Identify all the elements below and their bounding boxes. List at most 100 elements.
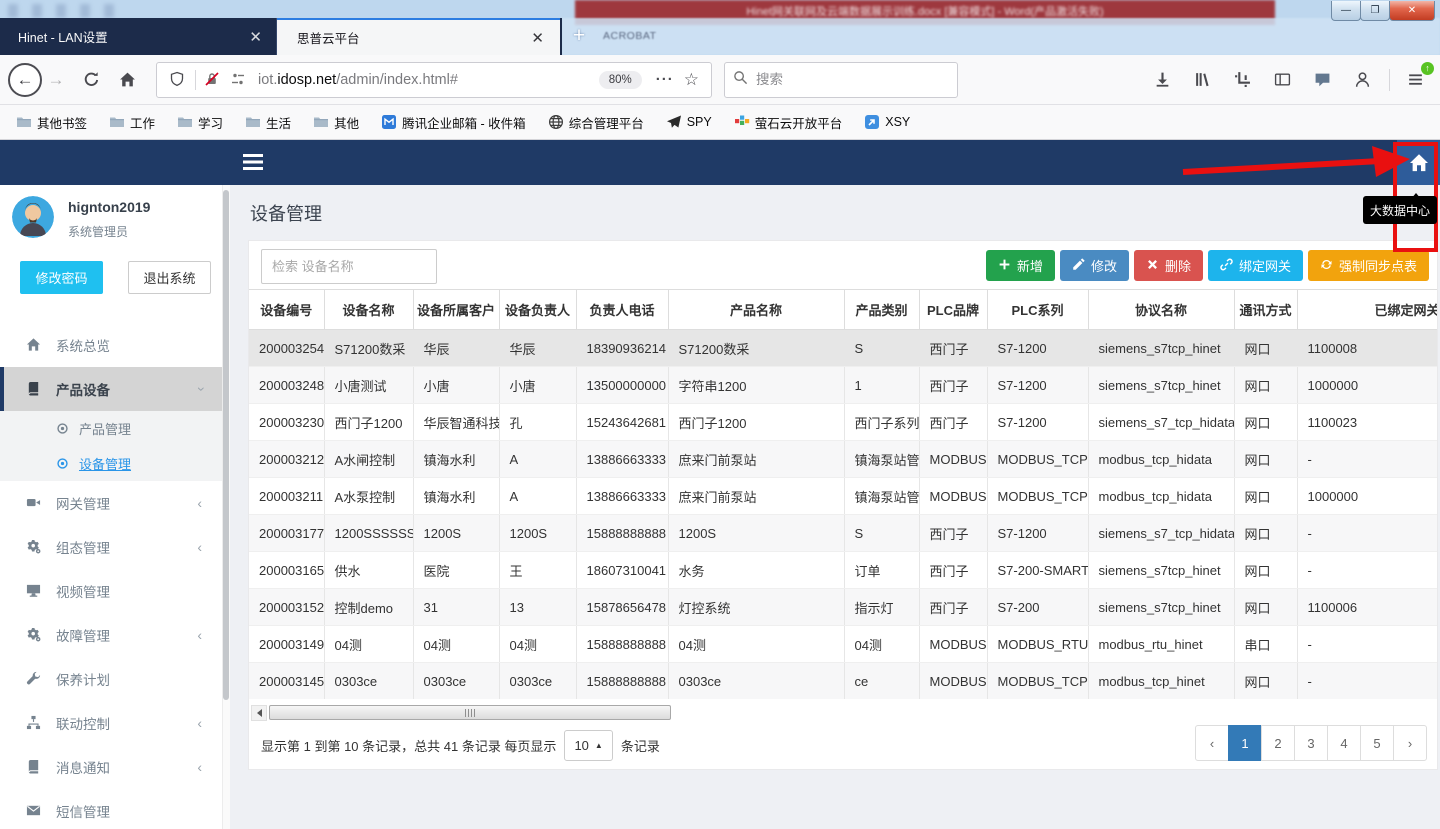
page-actions-icon[interactable]: ···: [656, 71, 674, 88]
tab-close-icon[interactable]: ✕: [245, 28, 266, 46]
column-header[interactable]: 通讯方式: [1234, 290, 1297, 330]
back-button[interactable]: ←: [8, 63, 42, 97]
bookmark-item[interactable]: 其他: [313, 113, 359, 132]
browser-home-button[interactable]: [112, 65, 142, 95]
sidebar-item-产品设备[interactable]: 产品设备‹: [0, 367, 222, 411]
bookmark-item[interactable]: 腾讯企业邮箱 - 收件箱: [381, 113, 526, 132]
bookmark-star-icon[interactable]: ☆: [684, 70, 699, 90]
table-row[interactable]: 2000031771200SSSSSS1200S1200S15888888888…: [249, 515, 1437, 552]
sidebar-subitem-产品管理[interactable]: 产品管理: [0, 411, 222, 446]
sidebar-item-组态管理[interactable]: 组态管理‹: [0, 525, 222, 569]
page-button-3[interactable]: 3: [1294, 725, 1328, 761]
bookmark-item[interactable]: SPY: [666, 114, 712, 130]
forward-button[interactable]: →: [42, 70, 70, 90]
page-button-5[interactable]: 5: [1360, 725, 1394, 761]
table-cell: 网口: [1234, 663, 1297, 700]
minimize-button[interactable]: —: [1331, 1, 1361, 21]
column-header[interactable]: PLC系列: [987, 290, 1088, 330]
page-button-4[interactable]: 4: [1327, 725, 1361, 761]
search-input[interactable]: [756, 72, 906, 87]
tab-sipu-cloud[interactable]: 思普云平台 ✕: [277, 18, 560, 55]
table-row[interactable]: 200003211A水泵控制镇海水利A13886663333庶来门前泵站镇海泵站…: [249, 478, 1437, 515]
shield-icon[interactable]: [169, 71, 187, 89]
search-bar[interactable]: [724, 62, 958, 98]
bookmark-item[interactable]: 工作: [109, 113, 155, 132]
column-header[interactable]: 协议名称: [1088, 290, 1234, 330]
scroll-left-arrow[interactable]: [251, 705, 267, 721]
toolbar-button-修改[interactable]: 修改: [1060, 250, 1129, 281]
table-row[interactable]: 20000314904测04测04测1588888888804测04测MODBU…: [249, 626, 1437, 663]
bookmark-item[interactable]: 学习: [177, 113, 223, 132]
logout-button[interactable]: 退出系统: [128, 261, 211, 294]
library-icon[interactable]: [1187, 65, 1217, 95]
sidebar-item-label: 故障管理: [56, 625, 110, 645]
table-cell: 镇海水利: [413, 441, 499, 478]
change-password-button[interactable]: 修改密码: [20, 261, 103, 294]
table-row[interactable]: 200003165供水医院王18607310041水务订单西门子S7-200-S…: [249, 552, 1437, 589]
table-row[interactable]: 200003212A水闸控制镇海水利A13886663333庶来门前泵站镇海泵站…: [249, 441, 1437, 478]
bookmark-item[interactable]: 生活: [245, 113, 291, 132]
sidebar-toggle-icon[interactable]: [1267, 65, 1297, 95]
page-button-2[interactable]: 2: [1261, 725, 1295, 761]
toolbar-button-绑定网关[interactable]: 绑定网关: [1208, 250, 1303, 281]
sidebar-scrollbar-thumb[interactable]: [223, 190, 229, 700]
sidebar-item-故障管理[interactable]: 故障管理‹: [0, 613, 222, 657]
screenshot-icon[interactable]: [1227, 65, 1257, 95]
table-row[interactable]: 200003248小唐测试小唐小唐13500000000字符串12001西门子S…: [249, 367, 1437, 404]
column-header[interactable]: 设备名称: [324, 290, 413, 330]
reload-button[interactable]: [76, 65, 106, 95]
column-header[interactable]: 设备所属客户: [413, 290, 499, 330]
scrollbar-thumb[interactable]: [269, 705, 671, 720]
tab-hinet[interactable]: Hinet - LAN设置 ✕: [0, 18, 277, 55]
sidebar-item-短信管理[interactable]: 短信管理: [0, 789, 222, 829]
toolbar-button-新增[interactable]: 新增: [986, 250, 1055, 281]
close-button[interactable]: ✕: [1389, 1, 1435, 21]
column-header[interactable]: PLC品牌: [919, 290, 987, 330]
column-header[interactable]: 设备负责人: [499, 290, 576, 330]
toolbar-button-强制同步点表[interactable]: 强制同步点表: [1308, 250, 1429, 281]
sidebar-item-消息通知[interactable]: 消息通知‹: [0, 745, 222, 789]
page-button-‹[interactable]: ‹: [1195, 725, 1229, 761]
bookmark-item[interactable]: XSY: [864, 114, 910, 130]
sidebar-item-网关管理[interactable]: 网关管理‹: [0, 481, 222, 525]
account-icon[interactable]: [1347, 65, 1377, 95]
column-header[interactable]: 设备编号: [249, 290, 324, 330]
column-header[interactable]: 产品名称: [668, 290, 844, 330]
menu-hamburger-icon[interactable]: ↑: [1400, 65, 1430, 95]
sidebar-item-联动控制[interactable]: 联动控制‹: [0, 701, 222, 745]
column-header[interactable]: 负责人电话: [576, 290, 668, 330]
column-header[interactable]: 已绑定网关: [1297, 290, 1437, 330]
toolbar-button-删除[interactable]: 删除: [1134, 250, 1203, 281]
permissions-icon[interactable]: [230, 71, 248, 89]
table-row[interactable]: 200003254S71200数采华辰华辰18390936214S71200数采…: [249, 330, 1437, 367]
table-horizontal-scrollbar[interactable]: [251, 704, 687, 721]
bookmark-item[interactable]: 萤石云开放平台: [734, 113, 843, 132]
download-icon[interactable]: [1147, 65, 1177, 95]
table-row[interactable]: 200003152控制demo311315878656478灯控系统指示灯西门子…: [249, 589, 1437, 626]
zoom-level-button[interactable]: 80%: [599, 71, 642, 89]
column-header[interactable]: 产品类别: [844, 290, 919, 330]
table-cell: 200003254: [249, 330, 324, 367]
table-row[interactable]: 200003230西门子1200华辰智通科技孔15243642681西门子120…: [249, 404, 1437, 441]
page-button-›[interactable]: ›: [1393, 725, 1427, 761]
page-button-1[interactable]: 1: [1228, 725, 1262, 761]
mail-icon: [381, 114, 397, 130]
bookmark-item[interactable]: 其他书签: [16, 113, 87, 132]
page-size-dropdown[interactable]: 10▲: [564, 730, 612, 761]
sidebar-item-系统总览[interactable]: 系统总览: [0, 323, 222, 367]
restore-button[interactable]: ❐: [1360, 1, 1390, 21]
device-search-input[interactable]: [261, 249, 437, 284]
insecure-lock-icon[interactable]: [204, 71, 222, 89]
table-cell: modbus_tcp_hidata: [1088, 441, 1234, 478]
tab-close-icon[interactable]: ✕: [527, 29, 548, 47]
big-data-center-home-button[interactable]: [1397, 140, 1440, 185]
new-tab-button[interactable]: +: [565, 24, 593, 50]
sidebar-item-视频管理[interactable]: 视频管理: [0, 569, 222, 613]
sidebar-collapse-icon[interactable]: [243, 153, 263, 171]
table-row[interactable]: 2000031450303ce0303ce0303ce1588888888803…: [249, 663, 1437, 700]
url-bar[interactable]: iot.idosp.net/admin/index.html# 80% ··· …: [156, 62, 712, 98]
bookmark-item[interactable]: 综合管理平台: [548, 113, 644, 132]
sidebar-item-保养计划[interactable]: 保养计划: [0, 657, 222, 701]
sidebar-subitem-设备管理[interactable]: 设备管理: [0, 446, 222, 481]
chat-bubble-icon[interactable]: [1307, 65, 1337, 95]
